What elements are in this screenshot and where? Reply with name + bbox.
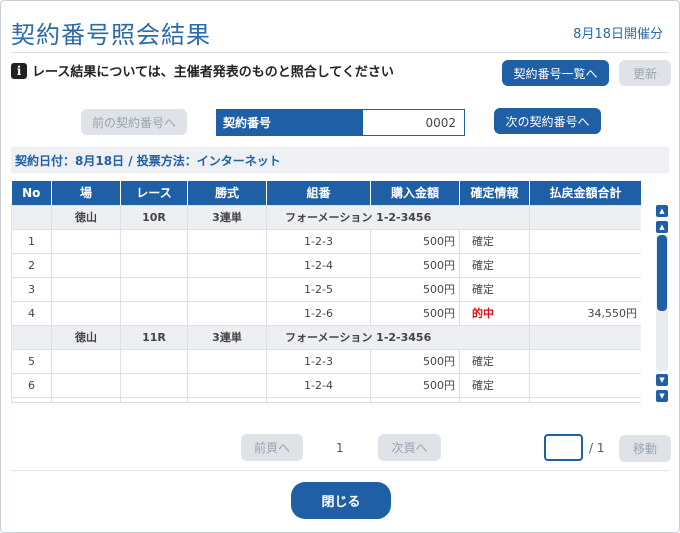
table-scrollbar[interactable]: ▲ ▲ ▼ ▼ [656, 205, 668, 402]
group-combo: フォーメーション 1-2-3456 [266, 204, 530, 230]
col-header-status: 確定情報 [459, 181, 530, 205]
scroll-top-icon[interactable]: ▲ [656, 205, 668, 217]
table-row: 1 1-2-3 500円 確定 [11, 228, 641, 254]
row-payout: 34,550円 [529, 300, 641, 326]
prev-contract-button[interactable]: 前の契約番号へ [81, 109, 187, 135]
date-note: 8月18日開催分 [573, 27, 663, 42]
next-contract-button[interactable]: 次の契約番号へ [494, 108, 601, 134]
row-payout [529, 228, 641, 254]
row-payout [529, 348, 641, 374]
contract-list-button[interactable]: 契約番号一覧へ [502, 60, 609, 86]
col-header-no: No [11, 181, 52, 205]
notice-text: レース結果については、主催者発表のものと照合してください [32, 65, 394, 80]
row-payout [529, 372, 641, 398]
scroll-up-icon[interactable]: ▲ [656, 221, 668, 233]
row-payout [529, 276, 641, 302]
row-status: 確定 [459, 252, 530, 278]
table-row [11, 396, 641, 402]
row-no: 6 [11, 372, 52, 398]
contract-meta-bar: 契約日付：8月18日 / 投票方法：インターネット [11, 147, 669, 173]
row-no [11, 396, 52, 402]
group-bet-type: 3連単 [187, 204, 267, 230]
group-race: 11R [120, 324, 188, 350]
table-row: 4 1-2-6 500円 的中 34,550円 [11, 300, 641, 326]
col-header-amount: 購入金額 [370, 181, 460, 205]
total-pages: / 1 [589, 441, 605, 455]
row-amount: 500円 [370, 300, 460, 326]
row-no: 4 [11, 300, 52, 326]
results-table-wrap: No 場 レース 勝式 組番 購入金額 確定情報 払戻金額合計 徳山 10R 3… [11, 181, 641, 403]
row-combo: 1-2-4 [266, 252, 371, 278]
row-payout [529, 396, 641, 402]
info-icon: i [11, 62, 27, 79]
move-button[interactable]: 移動 [619, 435, 671, 462]
row-amount: 500円 [370, 372, 460, 398]
table-row: 2 1-2-4 500円 確定 [11, 252, 641, 278]
row-amount: 500円 [370, 276, 460, 302]
contract-number-label: 契約番号 [217, 110, 363, 135]
table-group-row: 徳山 11R 3連単 フォーメーション 1-2-3456 [11, 324, 641, 350]
row-combo: 1-2-5 [266, 276, 371, 302]
row-combo [266, 396, 371, 402]
scroll-thumb[interactable] [657, 235, 667, 311]
notice-row: i レース結果については、主催者発表のものと照合してください [11, 61, 394, 80]
row-status-hit: 的中 [459, 300, 530, 326]
title-divider [11, 52, 669, 53]
page-jump-input[interactable] [544, 434, 583, 461]
group-bet-type: 3連単 [187, 324, 267, 350]
row-no: 3 [11, 276, 52, 302]
prev-page-button[interactable]: 前頁へ [241, 434, 303, 461]
page-title: 契約番号照会結果 [11, 21, 211, 49]
scroll-down-icon[interactable]: ▼ [656, 374, 668, 386]
col-header-bet-type: 勝式 [187, 181, 267, 205]
row-combo: 1-2-3 [266, 348, 371, 374]
row-status: 確定 [459, 228, 530, 254]
col-header-race: レース [120, 181, 188, 205]
dialog-frame: 契約番号照会結果 8月18日開催分 i レース結果については、主催者発表のものと… [0, 0, 680, 533]
scroll-track[interactable] [656, 235, 668, 371]
footer-divider [11, 470, 669, 471]
col-header-payout: 払戻金額合計 [529, 181, 641, 205]
row-status: 確定 [459, 372, 530, 398]
row-no: 5 [11, 348, 52, 374]
col-header-combo: 組番 [266, 181, 371, 205]
row-status [459, 396, 530, 402]
contract-number-field: 契約番号 0002 [216, 109, 465, 136]
current-page: 1 [336, 441, 344, 455]
row-no: 1 [11, 228, 52, 254]
row-amount: 500円 [370, 228, 460, 254]
contract-number-value: 0002 [363, 110, 464, 135]
group-venue: 徳山 [51, 204, 121, 230]
row-no: 2 [11, 252, 52, 278]
refresh-button[interactable]: 更新 [619, 60, 671, 86]
row-combo: 1-2-6 [266, 300, 371, 326]
col-header-venue: 場 [51, 181, 121, 205]
row-combo: 1-2-4 [266, 372, 371, 398]
row-amount: 500円 [370, 252, 460, 278]
table-row: 5 1-2-3 500円 確定 [11, 348, 641, 374]
next-page-button[interactable]: 次頁へ [378, 434, 441, 461]
group-combo: フォーメーション 1-2-3456 [266, 324, 530, 350]
table-row: 6 1-2-4 500円 確定 [11, 372, 641, 398]
group-race: 10R [120, 204, 188, 230]
row-status: 確定 [459, 348, 530, 374]
row-combo: 1-2-3 [266, 228, 371, 254]
close-button[interactable]: 閉じる [291, 482, 391, 519]
table-row: 3 1-2-5 500円 確定 [11, 276, 641, 302]
row-status: 確定 [459, 276, 530, 302]
row-payout [529, 252, 641, 278]
table-header-row: No 場 レース 勝式 組番 購入金額 確定情報 払戻金額合計 [11, 181, 641, 205]
scroll-bottom-icon[interactable]: ▼ [656, 390, 668, 402]
table-group-row: 徳山 10R 3連単 フォーメーション 1-2-3456 [11, 204, 641, 230]
group-venue: 徳山 [51, 324, 121, 350]
results-table: No 場 レース 勝式 組番 購入金額 確定情報 払戻金額合計 徳山 10R 3… [11, 181, 641, 402]
contract-meta-text: 契約日付：8月18日 / 投票方法：インターネット [15, 153, 281, 168]
row-amount: 500円 [370, 348, 460, 374]
row-amount [370, 396, 460, 402]
